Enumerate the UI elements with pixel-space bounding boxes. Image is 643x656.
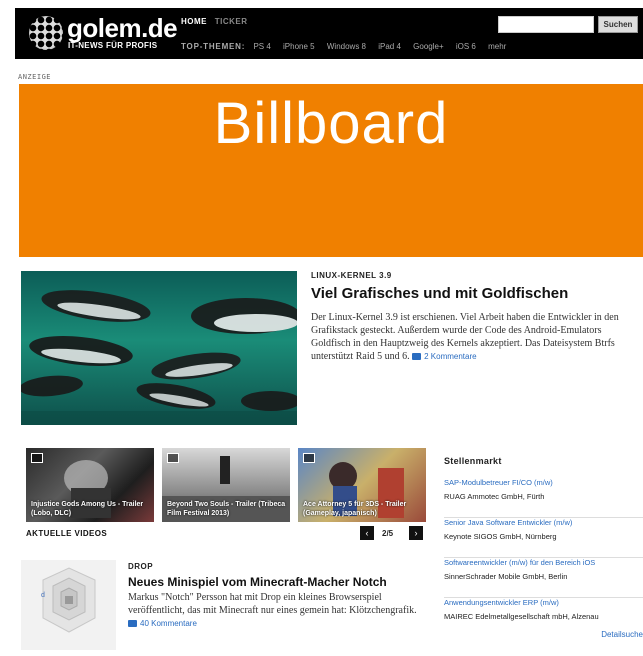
lead-kicker: LINUX-KERNEL 3.9 bbox=[311, 271, 392, 280]
job-market-title: Stellenmarkt bbox=[444, 456, 502, 466]
thumb-letter: d bbox=[41, 592, 45, 599]
video-caption: Beyond Two Souls - Trailer (Tribeca Film… bbox=[167, 501, 286, 517]
job-title-link[interactable]: Anwendungsentwickler ERP (m/w) bbox=[444, 598, 643, 607]
video-caption: Ace Attorney 5 für 3DS - Trailer (Gamepl… bbox=[303, 501, 407, 517]
topic-link[interactable]: iOS 6 bbox=[456, 42, 476, 51]
job-listing[interactable]: SAP-Modulbetreuer FI/CO (m/w) RUAG Ammot… bbox=[444, 478, 643, 518]
job-listing[interactable]: Senior Java Software Entwickler (m/w) Ke… bbox=[444, 518, 643, 558]
comment-icon bbox=[128, 620, 137, 627]
lead-comments-count: 2 Kommentare bbox=[424, 352, 477, 361]
golem-logo[interactable]: golem.de IT-NEWS FÜR PROFIS bbox=[25, 13, 178, 54]
job-listing[interactable]: Softwareentwickler (m/w) für den Bereich… bbox=[444, 558, 643, 598]
video-thumbnail[interactable]: Beyond Two Souls - Trailer (Tribeca Film… bbox=[162, 448, 290, 522]
detail-search-link[interactable]: Detailsuche bbox=[601, 630, 643, 639]
nav-home[interactable]: HOME bbox=[181, 17, 207, 26]
billboard-ad[interactable]: Billboard bbox=[19, 84, 643, 257]
video-camera-icon bbox=[303, 453, 315, 463]
job-market: Stellenmarkt SAP-Modulbetreuer FI/CO (m/… bbox=[444, 443, 643, 643]
drop-article-image[interactable]: d bbox=[21, 560, 116, 650]
current-videos: Injustice Gods Among Us - Trailer (Lobo,… bbox=[21, 441, 434, 546]
lead-article-image[interactable] bbox=[21, 271, 297, 425]
penguins-underwater-photo bbox=[21, 271, 297, 425]
second-teaser-text: Markus "Notch" Persson hat mit Drop ein … bbox=[128, 592, 417, 616]
topic-link[interactable]: iPad 4 bbox=[378, 42, 401, 51]
nav-ticker[interactable]: TICKER bbox=[215, 17, 248, 26]
search-input[interactable] bbox=[498, 16, 594, 33]
job-title-link[interactable]: SAP-Modulbetreuer FI/CO (m/w) bbox=[444, 478, 643, 487]
job-company: MAIREC Edelmetallgesellschaft mbH, Alzen… bbox=[444, 612, 599, 621]
second-comments-count: 40 Kommentare bbox=[140, 619, 197, 628]
prev-video-button[interactable]: ‹ bbox=[360, 526, 374, 540]
top-topics: TOP-THEMEN: PS 4 iPhone 5 Windows 8 iPad… bbox=[181, 42, 516, 51]
billboard-text: Billboard bbox=[213, 91, 449, 156]
topic-more-link[interactable]: mehr bbox=[488, 42, 506, 51]
job-company: RUAG Ammotec GmbH, Fürth bbox=[444, 492, 545, 501]
logo-text: golem.de bbox=[67, 13, 178, 43]
topics-label: TOP-THEMEN: bbox=[181, 42, 246, 51]
ad-label: ANZEIGE bbox=[18, 73, 52, 81]
main-nav: HOME TICKER bbox=[181, 17, 248, 26]
comment-icon bbox=[412, 353, 422, 360]
video-page-indicator: 2/5 bbox=[382, 529, 394, 538]
job-title-link[interactable]: Softwareentwickler (m/w) für den Bereich… bbox=[444, 558, 643, 567]
job-company: Keynote SIGOS GmbH, Nürnberg bbox=[444, 532, 557, 541]
second-kicker: DROP bbox=[128, 562, 154, 571]
drop-game-cube-graphic: d bbox=[21, 560, 116, 650]
job-company: SinnerSchrader Mobile GmbH, Berlin bbox=[444, 572, 568, 581]
topic-link[interactable]: Windows 8 bbox=[327, 42, 366, 51]
video-caption: Injustice Gods Among Us - Trailer (Lobo,… bbox=[31, 501, 144, 517]
topic-link[interactable]: iPhone 5 bbox=[283, 42, 315, 51]
topic-link[interactable]: Google+ bbox=[413, 42, 443, 51]
second-headline[interactable]: Neues Minispiel vom Minecraft-Macher Not… bbox=[128, 575, 428, 589]
lead-comments-link[interactable]: 2 Kommentare bbox=[412, 352, 477, 361]
video-thumbnail[interactable]: Injustice Gods Among Us - Trailer (Lobo,… bbox=[26, 448, 154, 522]
second-comments-link[interactable]: 40 Kommentare bbox=[128, 619, 197, 628]
job-title-link[interactable]: Senior Java Software Entwickler (m/w) bbox=[444, 518, 643, 527]
lead-teaser: Der Linux-Kernel 3.9 ist erschienen. Vie… bbox=[311, 311, 629, 363]
logo-tagline: IT-NEWS FÜR PROFIS bbox=[68, 41, 158, 50]
videos-label: AKTUELLE VIDEOS bbox=[26, 529, 108, 538]
video-camera-icon bbox=[31, 453, 43, 463]
lead-headline[interactable]: Viel Grafisches und mit Goldfischen bbox=[311, 285, 631, 302]
second-teaser: Markus "Notch" Persson hat mit Drop ein … bbox=[128, 591, 428, 630]
video-thumbnail[interactable]: Ace Attorney 5 für 3DS - Trailer (Gamepl… bbox=[298, 448, 426, 522]
site-header: golem.de IT-NEWS FÜR PROFIS HOME TICKER … bbox=[15, 8, 643, 59]
globe-logo-icon bbox=[29, 16, 63, 50]
topic-link[interactable]: PS 4 bbox=[253, 42, 270, 51]
video-camera-icon bbox=[167, 453, 179, 463]
next-video-button[interactable]: › bbox=[409, 526, 423, 540]
search-button[interactable]: Suchen bbox=[598, 16, 638, 33]
